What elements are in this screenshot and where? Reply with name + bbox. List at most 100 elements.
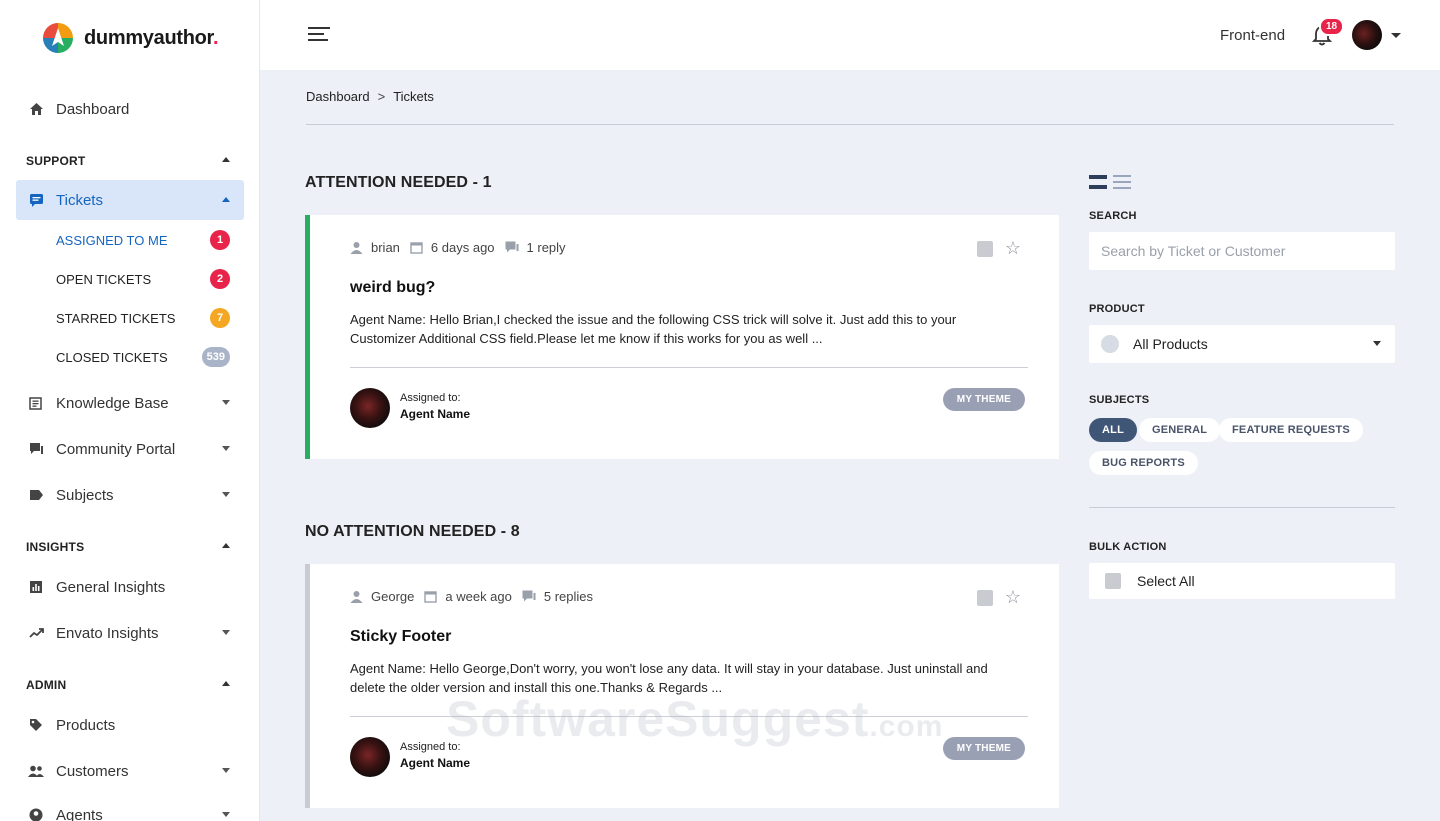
avatar[interactable] <box>1352 20 1382 50</box>
product-select[interactable]: All Products <box>1089 325 1395 363</box>
sidebar-item-customers[interactable]: Customers <box>16 751 244 791</box>
subject-chip-all[interactable]: ALL <box>1089 418 1137 442</box>
product-tag[interactable]: MY THEME <box>942 388 1025 411</box>
ticket-excerpt: Agent Name: Hello Brian,I checked the is… <box>350 312 957 346</box>
chevron-down-icon <box>222 630 230 635</box>
search-label: SEARCH <box>1089 210 1137 222</box>
sidebar-item-subjects[interactable]: Subjects <box>16 475 244 515</box>
sidebar-item-agents[interactable]: Agents <box>16 795 244 821</box>
sidebar-item-tickets[interactable]: Tickets <box>16 180 244 220</box>
bulk-action-label: BULK ACTION <box>1089 541 1167 553</box>
collapse-icon <box>222 543 230 548</box>
breadcrumb-root[interactable]: Dashboard <box>306 89 370 104</box>
sidebar-sub-starred[interactable]: STARRED TICKETS 7 <box>56 306 230 330</box>
ticket-card[interactable]: George a week ago 5 replies ☆ Sticky Foo… <box>305 564 1059 808</box>
frontend-link[interactable]: Front-end <box>1220 27 1285 44</box>
chevron-down-icon <box>222 446 230 451</box>
ticket-title[interactable]: Sticky Footer <box>350 628 451 646</box>
divider <box>1089 507 1395 508</box>
ticket-checkbox[interactable] <box>977 241 993 257</box>
subject-chip-bug-reports[interactable]: BUG REPORTS <box>1089 451 1198 475</box>
avatar <box>350 388 390 428</box>
search-input[interactable] <box>1101 243 1395 259</box>
ticket-checkbox[interactable] <box>977 590 993 606</box>
sidebar-sub-open[interactable]: OPEN TICKETS 2 <box>56 267 230 291</box>
product-icon <box>1101 335 1119 353</box>
user-icon <box>350 591 363 603</box>
sidebar-item-label: Envato Insights <box>56 624 159 642</box>
breadcrumb-current: Tickets <box>393 89 434 104</box>
section-support[interactable]: SUPPORT <box>26 154 232 168</box>
select-all-checkbox[interactable] <box>1105 573 1121 589</box>
assigned-name: Agent Name <box>400 756 471 770</box>
star-icon[interactable]: ☆ <box>1005 239 1021 257</box>
count-badge: 7 <box>210 308 230 328</box>
brand-logo-icon <box>43 23 73 53</box>
book-icon <box>28 395 44 411</box>
forum-icon <box>28 441 44 457</box>
subject-chip-feature-requests[interactable]: FEATURE REQUESTS <box>1219 418 1363 442</box>
chevron-down-icon <box>222 768 230 773</box>
ticket-title[interactable]: weird bug? <box>350 279 435 297</box>
sidebar-item-label: Dashboard <box>56 100 130 118</box>
sidebar-item-knowledge-base[interactable]: Knowledge Base <box>16 383 244 423</box>
user-icon <box>350 242 363 254</box>
tag-icon <box>28 717 44 733</box>
menu-toggle-icon[interactable] <box>308 27 330 41</box>
brand-logo[interactable]: dummyauthor. <box>40 20 219 56</box>
subject-chip-general[interactable]: GENERAL <box>1139 418 1221 442</box>
sidebar-item-label: Products <box>56 716 116 734</box>
sidebar-item-label: General Insights <box>56 578 166 596</box>
sidebar-item-general-insights[interactable]: General Insights <box>16 567 244 607</box>
breadcrumb: Dashboard > Tickets <box>306 89 434 104</box>
select-all-row[interactable]: Select All <box>1089 563 1395 599</box>
count-badge: 1 <box>210 230 230 250</box>
product-tag[interactable]: MY THEME <box>942 737 1025 760</box>
section-admin[interactable]: ADMIN <box>26 678 232 692</box>
sidebar-item-products[interactable]: Products <box>16 705 244 745</box>
sidebar-sub-assigned[interactable]: ASSIGNED TO ME 1 <box>56 228 230 252</box>
collapse-icon <box>222 197 230 202</box>
ticket-card[interactable]: brian 6 days ago 1 reply ☆ weird bug? Ag… <box>305 215 1059 459</box>
section-insights[interactable]: INSIGHTS <box>26 540 232 554</box>
count-badge: 2 <box>210 269 230 289</box>
ticket-meta: George a week ago 5 replies <box>350 589 603 604</box>
sidebar-item-dashboard[interactable]: Dashboard <box>16 89 244 129</box>
watermark: SoftwareSuggest.com <box>446 691 944 747</box>
product-label: PRODUCT <box>1089 303 1145 315</box>
divider <box>350 367 1028 368</box>
list-view-icon[interactable] <box>1113 175 1131 189</box>
assigned-name: Agent Name <box>400 407 471 421</box>
count-badge: 539 <box>201 347 230 367</box>
sidebar-item-label: Customers <box>56 762 129 780</box>
reply-icon <box>522 590 536 602</box>
agent-icon <box>28 807 44 821</box>
calendar-icon <box>410 242 423 254</box>
sidebar-item-label: Knowledge Base <box>56 394 169 412</box>
collapse-icon <box>222 681 230 686</box>
divider <box>306 124 1394 125</box>
subjects-label: SUBJECTS <box>1089 394 1150 406</box>
chevron-down-icon[interactable] <box>1391 33 1401 38</box>
sidebar-item-community-portal[interactable]: Community Portal <box>16 429 244 469</box>
star-icon[interactable]: ☆ <box>1005 588 1021 606</box>
avatar <box>350 737 390 777</box>
sidebar-item-label: Agents <box>56 806 103 821</box>
ticket-user: brian <box>371 240 400 255</box>
group-title-no-attention: NO ATTENTION NEEDED - 8 <box>305 523 520 540</box>
search-box <box>1089 232 1395 270</box>
label-icon <box>28 487 44 503</box>
ticket-replies: 5 replies <box>543 589 594 604</box>
ticket-time: 6 days ago <box>430 240 495 255</box>
assigned-label: Assigned to: <box>400 392 461 404</box>
ticket-meta: brian 6 days ago 1 reply <box>350 240 576 255</box>
card-view-icon[interactable] <box>1089 175 1107 189</box>
home-icon <box>28 101 44 117</box>
chevron-down-icon <box>222 812 230 817</box>
product-select-value: All Products <box>1133 336 1208 352</box>
users-icon <box>28 763 44 779</box>
sidebar: dummyauthor. Dashboard SUPPORT Tickets A… <box>0 0 260 821</box>
sidebar-sub-closed[interactable]: CLOSED TICKETS 539 <box>56 345 230 369</box>
sidebar-item-envato-insights[interactable]: Envato Insights <box>16 613 244 653</box>
view-toggle <box>1089 175 1131 189</box>
